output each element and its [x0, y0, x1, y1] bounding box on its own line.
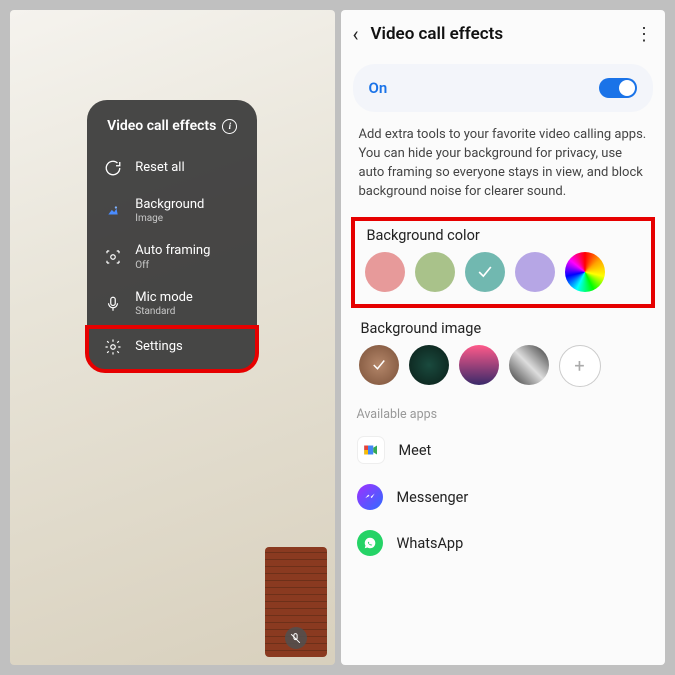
image-icon — [103, 201, 123, 221]
toggle-switch[interactable] — [599, 78, 637, 98]
settings-header: ‹ Video call effects ⋮ — [341, 10, 666, 56]
bg-image-4[interactable] — [509, 345, 549, 385]
reset-icon — [103, 158, 123, 178]
app-label: Meet — [399, 442, 432, 459]
color-swatch-purple[interactable] — [515, 252, 555, 292]
app-row-messenger[interactable]: Messenger — [341, 474, 666, 520]
app-label: WhatsApp — [397, 535, 464, 552]
autoframing-label: Auto framing — [135, 244, 241, 258]
overlay-title: Video call effects — [107, 118, 216, 134]
app-row-meet[interactable]: Meet — [341, 426, 666, 474]
gear-icon — [103, 337, 123, 357]
micmode-sub: Standard — [135, 306, 241, 317]
color-swatch-green[interactable] — [415, 252, 455, 292]
camera-preview-pane: Video call effects i Reset all Backgroun… — [10, 10, 335, 665]
color-swatch-pink[interactable] — [365, 252, 405, 292]
page-title: Video call effects — [371, 24, 623, 44]
toggle-knob — [619, 80, 635, 96]
settings-label: Settings — [135, 340, 241, 354]
description-text: Add extra tools to your favorite video c… — [341, 120, 666, 211]
back-icon[interactable]: ‹ — [353, 22, 359, 46]
app-row-whatsapp[interactable]: WhatsApp — [341, 520, 666, 566]
available-apps-subhead: Available apps — [341, 393, 666, 426]
reset-label: Reset all — [135, 161, 241, 175]
settings-item[interactable]: Settings — [87, 327, 257, 371]
background-label: Background — [135, 198, 241, 212]
color-swatch-custom[interactable] — [565, 252, 605, 292]
background-sub: Image — [135, 213, 241, 224]
background-color-section-highlighted: Background color — [351, 217, 656, 308]
background-item[interactable]: Background Image — [87, 188, 257, 234]
master-toggle-card[interactable]: On — [353, 64, 654, 112]
bgimage-title: Background image — [357, 320, 650, 343]
whatsapp-icon — [357, 530, 383, 556]
toggle-label: On — [369, 79, 388, 97]
mic-icon — [103, 294, 123, 314]
color-swatch-teal[interactable] — [465, 252, 505, 292]
autoframing-item[interactable]: Auto framing Off — [87, 234, 257, 280]
messenger-icon — [357, 484, 383, 510]
effects-overlay-panel: Video call effects i Reset all Backgroun… — [87, 100, 257, 371]
self-preview-thumbnail[interactable] — [265, 547, 327, 657]
micmode-label: Mic mode — [135, 291, 241, 305]
app-label: Messenger — [397, 489, 469, 506]
autoframing-icon — [103, 247, 123, 267]
overlay-title-row: Video call effects i — [87, 118, 257, 148]
bg-image-2[interactable] — [409, 345, 449, 385]
add-image-button[interactable]: + — [559, 345, 601, 387]
more-icon[interactable]: ⋮ — [635, 24, 653, 45]
background-image-section: Background image + — [341, 312, 666, 393]
screenshot-pair: Video call effects i Reset all Backgroun… — [0, 0, 675, 675]
settings-pane: ‹ Video call effects ⋮ On Add extra tool… — [341, 10, 666, 665]
image-thumbs-row: + — [357, 343, 650, 389]
bgcolor-title: Background color — [363, 227, 644, 250]
reset-all-item[interactable]: Reset all — [87, 148, 257, 188]
color-swatches-row — [363, 250, 644, 294]
micmode-item[interactable]: Mic mode Standard — [87, 281, 257, 327]
bg-image-3[interactable] — [459, 345, 499, 385]
autoframing-sub: Off — [135, 260, 241, 271]
mic-muted-icon — [285, 627, 307, 649]
info-icon[interactable]: i — [222, 119, 237, 134]
bg-image-1[interactable] — [359, 345, 399, 385]
meet-icon — [357, 436, 385, 464]
